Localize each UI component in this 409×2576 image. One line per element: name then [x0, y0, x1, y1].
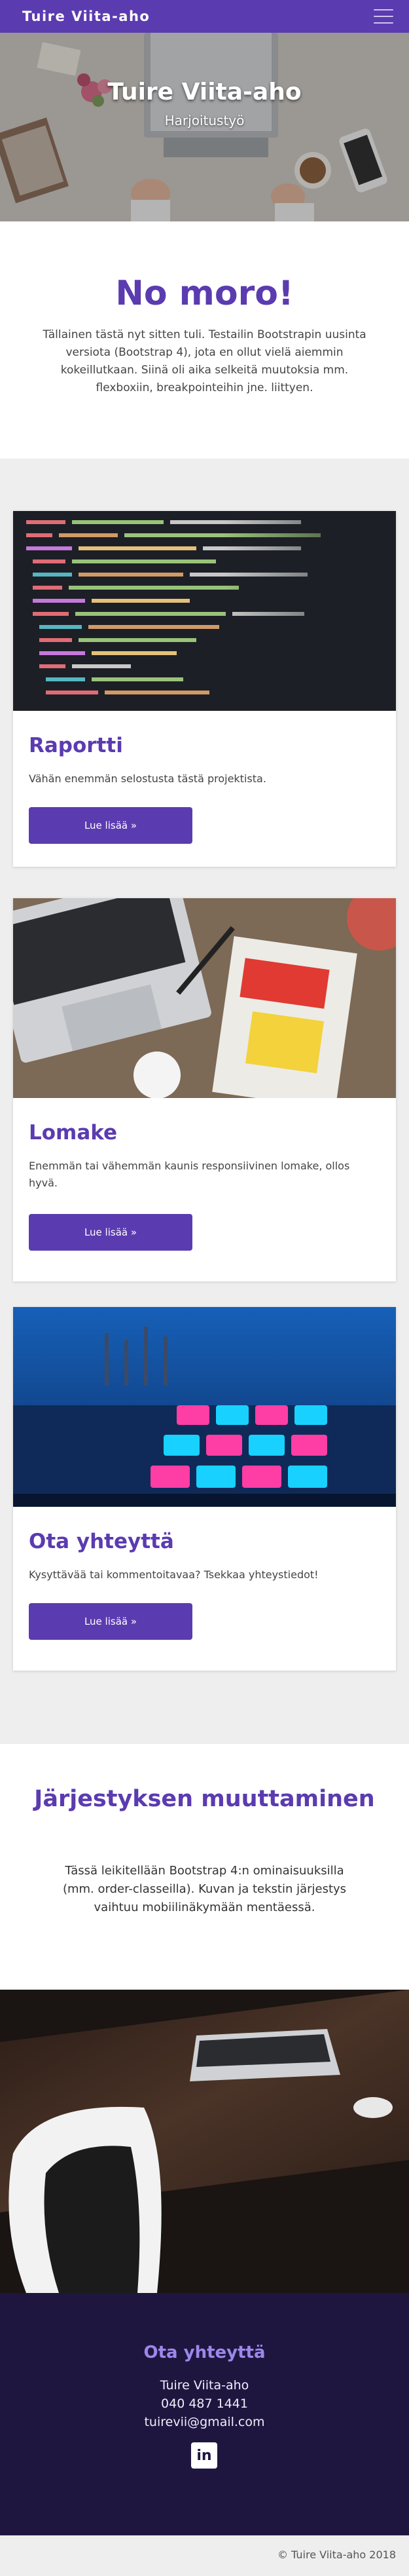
- card-raportti: Raportti Vähän enemmän selostusta tästä …: [13, 511, 396, 867]
- read-more-button[interactable]: Lue lisää »: [29, 1603, 192, 1640]
- card-text: Vähän enemmän selostusta tästä projektis…: [29, 772, 266, 785]
- navbar-brand[interactable]: Tuire Viita-aho: [22, 9, 150, 24]
- code-editor-photo: [13, 511, 396, 711]
- desk-chair-photo: [0, 1990, 409, 2293]
- hero-banner: Tuire Viita-aho Harjoitustyö: [0, 33, 409, 221]
- navbar: Tuire Viita-aho: [0, 0, 409, 33]
- copyright-bar: © Tuire Viita-aho 2018: [0, 2535, 409, 2576]
- contact-phone: 040 487 1441: [161, 2396, 248, 2411]
- order-heading: Järjestyksen muuttaminen: [34, 1786, 375, 1812]
- midi-controller-photo: [13, 1307, 396, 1507]
- intro-text: Tällainen tästä nyt sitten tuli. Testail…: [43, 328, 366, 394]
- read-more-button[interactable]: Lue lisää »: [29, 1214, 192, 1251]
- linkedin-icon[interactable]: in: [191, 2442, 217, 2469]
- contact-heading: Ota yhteyttä: [143, 2343, 266, 2362]
- card-title: Ota yhteyttä: [29, 1530, 174, 1553]
- card-lomake: Lomake Enemmän tai vähemmän kaunis respo…: [13, 898, 396, 1281]
- read-more-button[interactable]: Lue lisää »: [29, 807, 192, 844]
- card-title: Lomake: [29, 1121, 118, 1145]
- contact-email[interactable]: tuirevii@gmail.com: [0, 2415, 409, 2429]
- hamburger-menu-icon[interactable]: [374, 9, 393, 24]
- card-title: Raportti: [29, 734, 123, 757]
- hero-subtitle: Harjoitustyö: [164, 113, 245, 128]
- laptop-book-photo: [13, 898, 396, 1098]
- contact-section: Ota yhteyttä Tuire Viita-aho 040 487 144…: [0, 2293, 409, 2535]
- contact-name: Tuire Viita-aho: [160, 2378, 249, 2393]
- card-text: Enemmän tai vähemmän kaunis responsiivin…: [29, 1160, 350, 1189]
- order-text: Tässä leikitellään Bootstrap 4:n ominais…: [62, 1864, 347, 1914]
- hero-title: Tuire Viita-aho: [107, 79, 302, 105]
- cards-section: Raportti Vähän enemmän selostusta tästä …: [0, 459, 409, 1744]
- intro-heading: No moro!: [115, 274, 294, 313]
- order-section: Järjestyksen muuttaminen Tässä leikitell…: [0, 1744, 409, 1990]
- card-ota-yhteytta: Ota yhteyttä Kysyttävää tai kommentoitav…: [13, 1307, 396, 1671]
- copyright-text: © Tuire Viita-aho 2018: [277, 2548, 396, 2561]
- card-text: Kysyttävää tai kommentoitavaa? Tsekkaa y…: [29, 1568, 319, 1581]
- intro-section: No moro! Tällainen tästä nyt sitten tuli…: [0, 221, 409, 459]
